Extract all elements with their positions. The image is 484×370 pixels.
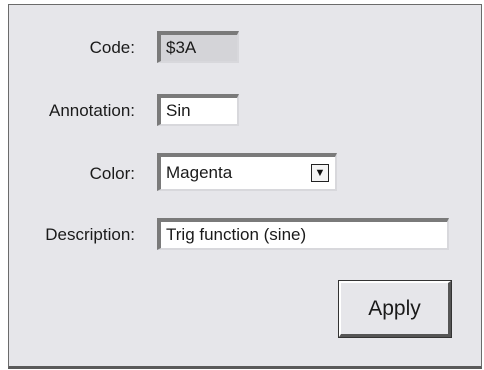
color-label: Color: (89, 164, 135, 183)
description-value: Trig function (sine) (166, 225, 307, 244)
color-dropdown[interactable]: Magenta ▼ (157, 153, 337, 191)
code-label: Code: (89, 38, 135, 57)
color-value: Magenta (166, 163, 233, 182)
apply-button[interactable]: Apply (338, 280, 452, 338)
code-value: $3A (166, 38, 197, 57)
annotation-field[interactable]: Sin (157, 94, 239, 126)
description-field[interactable]: Trig function (sine) (157, 218, 449, 250)
properties-panel: Code: $3A Annotation: Sin Color: Magenta… (8, 4, 482, 369)
chevron-down-icon[interactable]: ▼ (311, 164, 329, 182)
annotation-value: Sin (166, 101, 191, 120)
description-label: Description: (45, 225, 135, 244)
annotation-label: Annotation: (48, 101, 135, 120)
code-field: $3A (157, 31, 239, 63)
